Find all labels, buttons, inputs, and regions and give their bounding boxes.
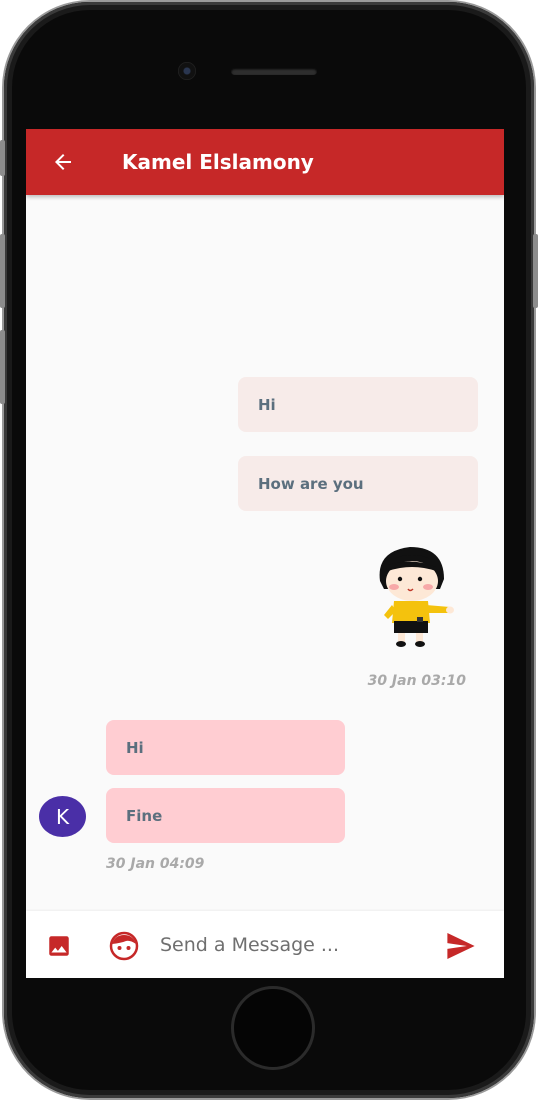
send-icon (447, 933, 475, 959)
message-text: Hi (126, 738, 144, 757)
chat-screen: Kamel Elslamony Hi How are you 30 Jan 03… (26, 129, 504, 978)
gallery-button[interactable] (44, 931, 74, 961)
arrow-back-icon (55, 154, 71, 170)
image-icon (49, 936, 69, 956)
incoming-timestamp: 30 Jan 04:09 (106, 856, 205, 872)
volume-down-button (0, 330, 5, 404)
back-button[interactable] (50, 149, 76, 175)
message-text: Fine (126, 806, 163, 825)
contact-avatar[interactable]: K (39, 796, 86, 837)
incoming-message[interactable]: Fine (106, 788, 345, 843)
home-button[interactable] (231, 986, 315, 1070)
outgoing-timestamp: 30 Jan 03:10 (367, 673, 466, 689)
outgoing-message[interactable]: How are you (238, 456, 478, 511)
front-camera (178, 62, 196, 80)
app-bar: Kamel Elslamony (26, 129, 504, 195)
message-text: Hi (258, 395, 276, 414)
sticker-button[interactable] (108, 930, 140, 962)
earpiece-speaker (231, 68, 317, 75)
power-button (533, 234, 538, 308)
chat-title: Kamel Elslamony (122, 150, 314, 174)
message-composer (26, 911, 504, 978)
outgoing-message[interactable]: Hi (238, 377, 478, 432)
message-input[interactable] (158, 929, 432, 961)
mute-switch (0, 140, 5, 176)
sticker-face-icon (109, 931, 139, 961)
send-button[interactable] (444, 931, 478, 961)
volume-up-button (0, 234, 5, 308)
sticker-girl-image[interactable] (370, 541, 454, 649)
message-text: How are you (258, 474, 364, 493)
incoming-message[interactable]: Hi (106, 720, 345, 775)
